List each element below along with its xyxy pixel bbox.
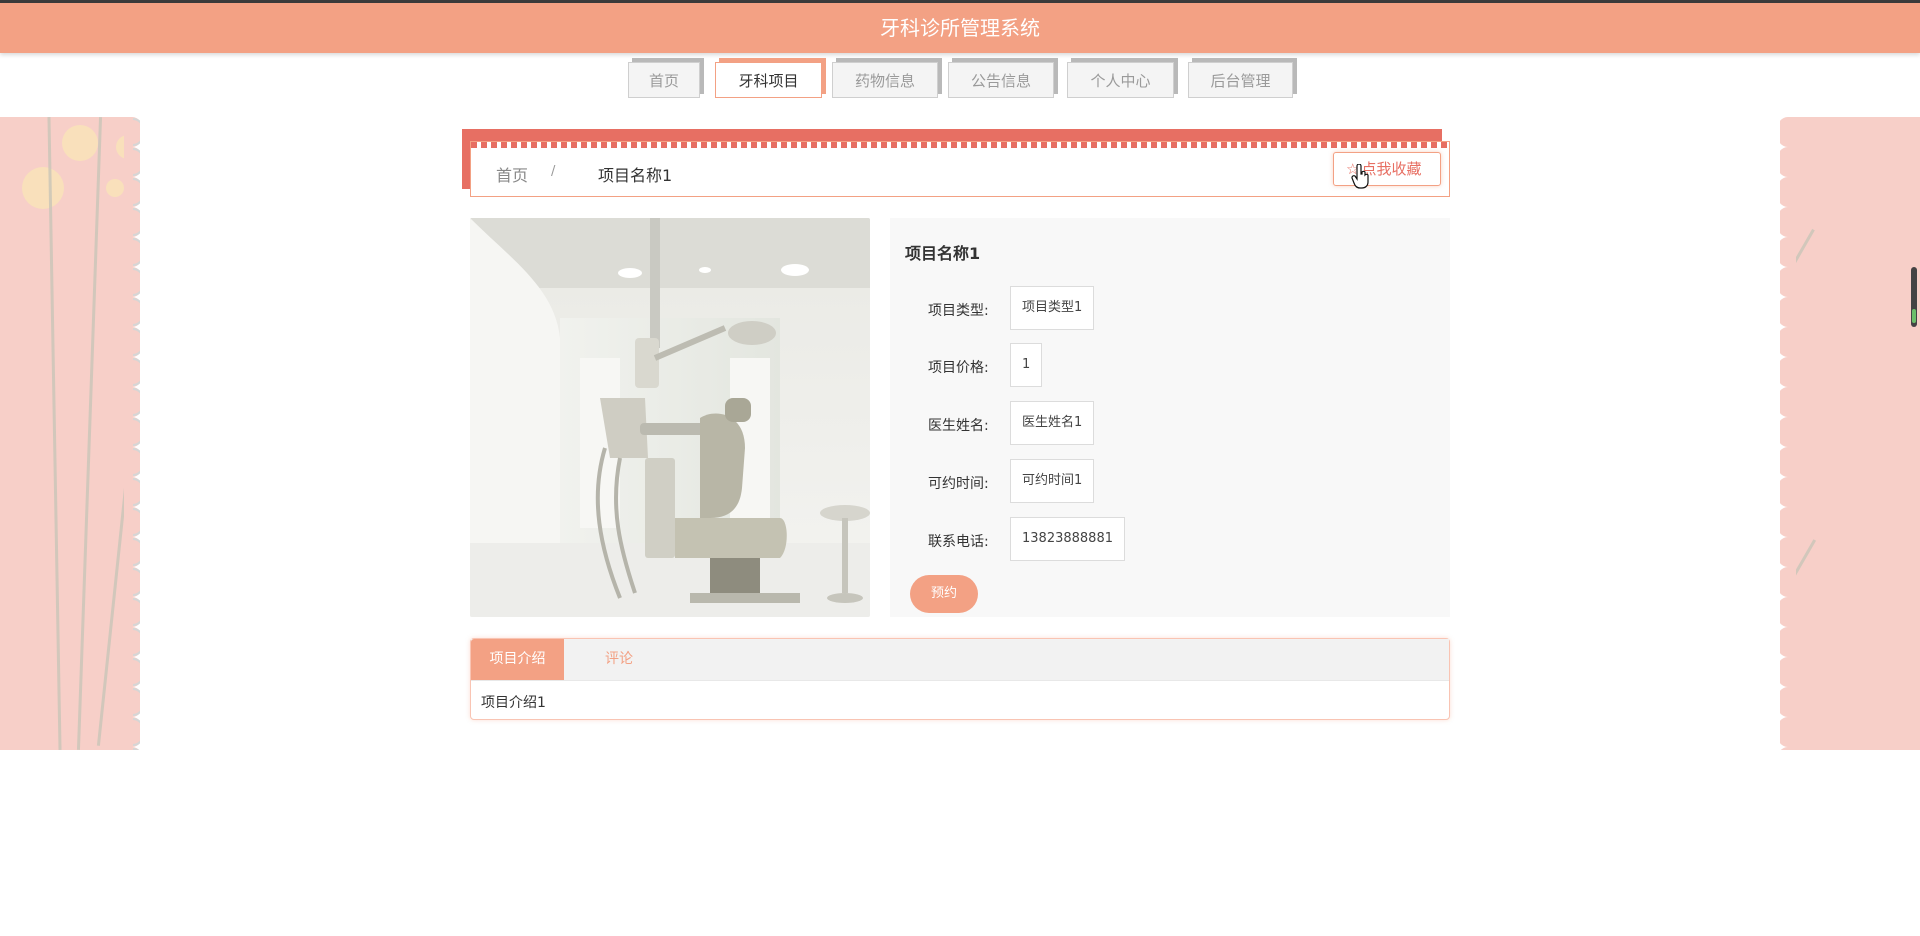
right-decoration [1780, 117, 1920, 750]
tab-bar: 项目介绍 评论 [471, 639, 1449, 681]
nav-admin[interactable]: 后台管理 [1188, 62, 1293, 98]
bubble-decoration [22, 167, 64, 209]
site-header: 牙科诊所管理系统 [0, 3, 1920, 53]
field-value-available-time: 可约时间1 [1010, 459, 1095, 503]
favorite-button[interactable]: ☆ 点我收藏 [1333, 152, 1441, 186]
field-value-price: 1 [1010, 343, 1043, 387]
breadcrumb-ribbon [462, 129, 1442, 141]
breadcrumb-home-link[interactable]: 首页 [496, 162, 528, 186]
bubble-decoration [62, 125, 98, 161]
field-value-doctor: 医生姓名1 [1010, 401, 1095, 445]
field-label-available-time: 可约时间: [928, 476, 989, 492]
field-label-doctor: 医生姓名: [928, 418, 989, 434]
breadcrumb-current: 项目名称1 [598, 166, 673, 185]
site-title: 牙科诊所管理系统 [880, 16, 1040, 40]
stem-decoration [76, 117, 103, 750]
nav-announcements[interactable]: 公告信息 [948, 62, 1054, 98]
scalloped-edge [1780, 117, 1796, 750]
breadcrumb-separator: / [551, 164, 556, 179]
tab-project-intro[interactable]: 项目介绍 [471, 639, 564, 680]
scalloped-edge [124, 117, 140, 750]
project-image [470, 218, 870, 617]
nav-dental-projects[interactable]: 牙科项目 [715, 62, 822, 98]
tab-content: 项目介绍1 [481, 695, 546, 711]
left-decoration [0, 117, 140, 750]
dental-chair-illustration [470, 218, 870, 617]
hand-cursor-icon [1351, 164, 1369, 189]
page-scrollbar[interactable] [1911, 267, 1917, 327]
project-tabs: 项目介绍 评论 项目介绍1 [470, 638, 1450, 720]
field-label-type: 项目类型: [928, 303, 989, 319]
project-detail-panel: 项目名称1 项目类型: 项目类型1 项目价格: 1 医生姓名: 医生姓名1 可约… [890, 218, 1450, 617]
field-label-phone: 联系电话: [928, 534, 989, 550]
nav-medicine-info[interactable]: 药物信息 [832, 62, 938, 98]
field-value-type: 项目类型1 [1010, 286, 1095, 330]
book-button[interactable]: 预约 [910, 575, 978, 613]
field-label-price: 项目价格: [928, 360, 989, 376]
nav-home[interactable]: 首页 [628, 62, 700, 98]
favorite-button-label: 点我收藏 [1361, 160, 1422, 178]
tab-comments[interactable]: 评论 [579, 639, 659, 680]
stem-decoration [47, 117, 62, 750]
breadcrumb: 首页 / 项目名称1 ☆ 点我收藏 [462, 129, 1450, 198]
nav-personal-center[interactable]: 个人中心 [1067, 62, 1174, 98]
main-nav: 首页 牙科项目 药物信息 公告信息 个人中心 后台管理 [0, 62, 1920, 106]
project-title: 项目名称1 [905, 244, 981, 263]
field-value-phone: 13823888881 [1010, 517, 1125, 561]
breadcrumb-ribbon [462, 129, 470, 189]
breadcrumb-bar: 首页 / 项目名称1 ☆ 点我收藏 [470, 141, 1450, 197]
bubble-decoration [106, 179, 124, 197]
